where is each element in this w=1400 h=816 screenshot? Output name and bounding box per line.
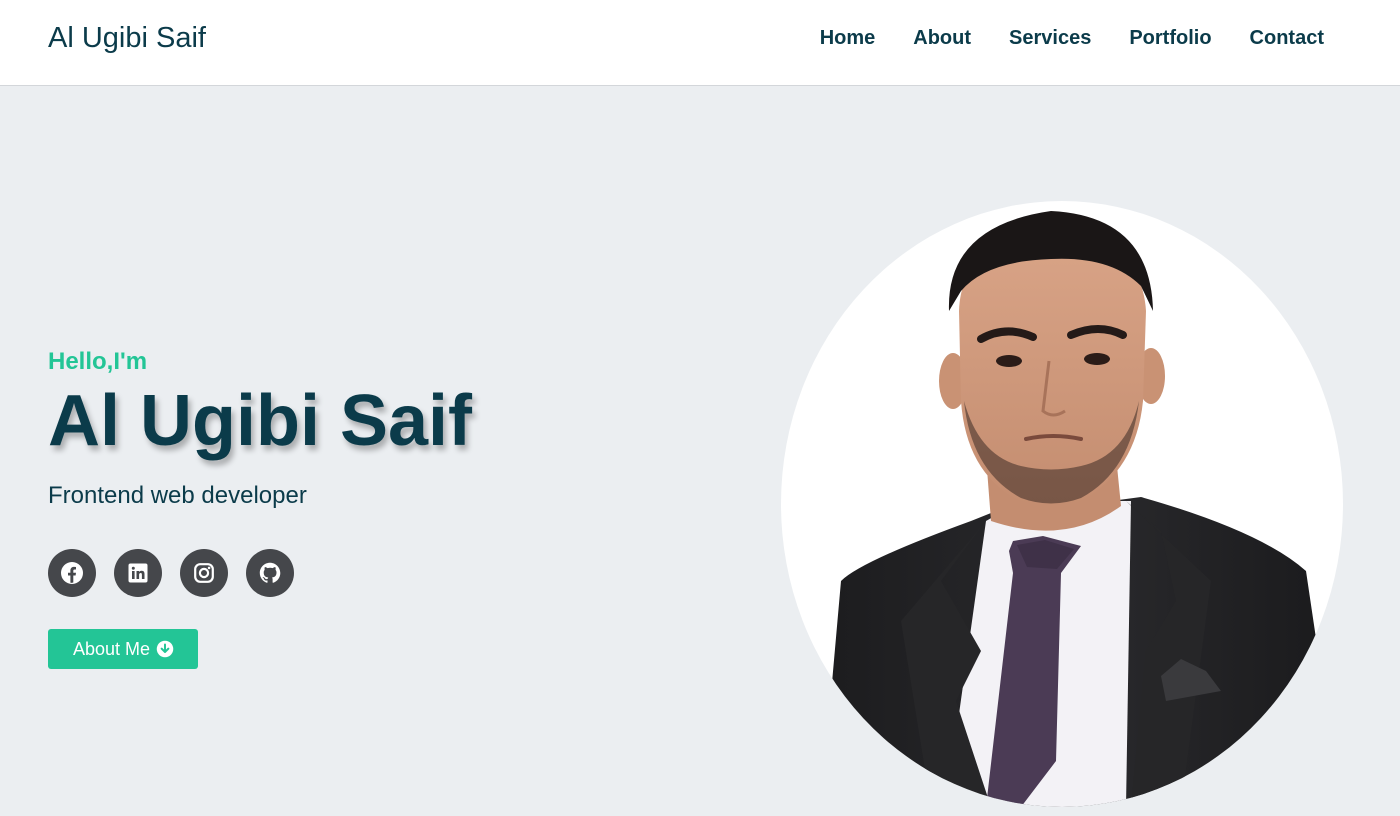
nav-item-portfolio: Portfolio — [1129, 25, 1211, 51]
profile-portrait-image — [781, 201, 1343, 807]
nav-link-contact[interactable]: Contact — [1250, 27, 1324, 49]
github-link[interactable] — [246, 549, 294, 597]
nav-menu: Home About Services Portfolio Contact — [820, 25, 1324, 51]
brand-logo[interactable]: Al Ugibi Saif — [48, 20, 206, 56]
nav-item-contact: Contact — [1250, 25, 1324, 51]
hero-greeting: Hello,I'm — [48, 348, 148, 375]
linkedin-icon — [128, 563, 148, 583]
nav-item-services: Services — [1009, 25, 1091, 51]
arrow-circle-down-icon — [156, 640, 174, 658]
github-icon — [259, 562, 281, 583]
navbar: Al Ugibi Saif Home About Services Portfo… — [0, 0, 1400, 86]
nav-item-home: Home — [820, 25, 876, 51]
hero-role: Frontend web developer — [48, 482, 307, 509]
nav-link-about[interactable]: About — [913, 27, 971, 49]
hero-name: Al Ugibi Saif — [48, 381, 473, 461]
social-links — [48, 549, 472, 597]
nav-link-portfolio[interactable]: Portfolio — [1129, 27, 1211, 49]
hero-text: Hello,I'm Al Ugibi Saif Frontend web dev… — [48, 347, 472, 669]
facebook-link[interactable] — [48, 549, 96, 597]
nav-link-home[interactable]: Home — [820, 27, 876, 49]
instagram-icon — [194, 563, 214, 583]
about-me-button[interactable]: About Me — [48, 629, 199, 669]
about-me-label: About Me — [73, 638, 151, 659]
nav-link-services[interactable]: Services — [1009, 27, 1091, 49]
linkedin-link[interactable] — [114, 549, 162, 597]
profile-photo — [781, 201, 1343, 807]
facebook-icon — [61, 562, 83, 584]
instagram-link[interactable] — [180, 549, 228, 597]
hero-section: Hello,I'm Al Ugibi Saif Frontend web dev… — [0, 87, 1400, 816]
nav-item-about: About — [913, 25, 971, 51]
